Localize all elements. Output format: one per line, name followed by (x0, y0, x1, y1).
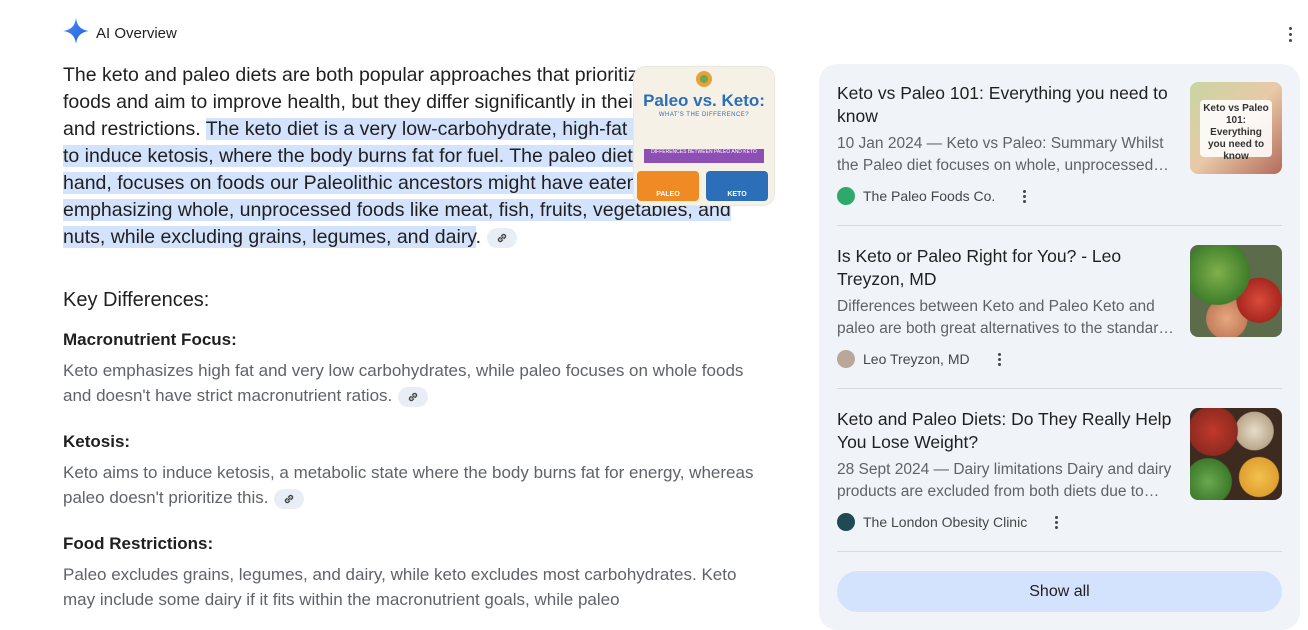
sparkle-icon (62, 17, 90, 50)
more-vert-icon (1288, 26, 1292, 42)
ai-overview-title: AI Overview (96, 24, 177, 42)
overview-content: Paleo vs. Keto: WHAT'S THE DIFFERENCE? D… (63, 62, 775, 612)
source-title[interactable]: Keto and Paleo Diets: Do They Really Hel… (837, 408, 1177, 454)
overview-thumbnail[interactable]: Paleo vs. Keto: WHAT'S THE DIFFERENCE? D… (633, 66, 775, 206)
citation-chip[interactable] (487, 227, 518, 248)
source-image[interactable] (1190, 245, 1282, 337)
sources-panel: Keto vs Paleo 101: Everything you need t… (819, 64, 1300, 630)
divider (837, 551, 1282, 552)
source-snippet: 28 Sept 2024 — Dairy limitations Dairy a… (837, 461, 1172, 500)
source-card[interactable]: Keto vs Paleo 101: Everything you need t… (837, 82, 1282, 205)
thumbnail-keto-label: KETO (727, 191, 747, 198)
source-snippet: 10 Jan 2024 — Keto vs Paleo: Summary Whi… (837, 135, 1164, 174)
site-favicon-icon (837, 187, 855, 205)
link-icon (497, 233, 507, 243)
link-icon (409, 392, 418, 401)
source-more-button[interactable] (992, 351, 1007, 368)
source-image-caption: Keto vs Paleo 101: Everything you need t… (1200, 100, 1272, 162)
thumbnail-title: Paleo vs. Keto: (643, 91, 765, 110)
item-text-macronutrient: Keto emphasizes high fat and very low ca… (63, 358, 763, 408)
site-favicon-icon (837, 350, 855, 368)
item-title-food-restrictions: Food Restrictions: (63, 534, 214, 553)
divider (837, 388, 1282, 389)
source-site: Leo Treyzon, MD (863, 351, 970, 367)
link-icon (285, 494, 294, 503)
source-card[interactable]: Keto and Paleo Diets: Do They Really Hel… (837, 408, 1282, 531)
site-favicon-icon (837, 513, 855, 531)
more-options-button[interactable] (1280, 24, 1300, 44)
thumbnail-banner: DIFFERENCES BETWEEN PALEO AND KETO (644, 149, 764, 163)
thumbnail-subtitle: WHAT'S THE DIFFERENCE? (658, 112, 750, 118)
key-differences-heading: Key Differences: (63, 289, 210, 311)
source-image[interactable] (1190, 408, 1282, 500)
source-more-button[interactable] (1017, 188, 1032, 205)
source-title[interactable]: Is Keto or Paleo Right for You? - Leo Tr… (837, 245, 1177, 291)
citation-chip[interactable] (274, 488, 305, 509)
citation-chip[interactable] (398, 386, 429, 407)
show-all-button[interactable]: Show all (837, 571, 1282, 612)
source-site: The Paleo Foods Co. (863, 188, 996, 204)
item-title-macronutrient: Macronutrient Focus: (63, 330, 237, 349)
item-text-ketosis-body: Keto aims to induce ketosis, a metabolic… (63, 463, 754, 507)
source-snippet: Differences between Keto and Paleo Keto … (837, 298, 1168, 337)
source-more-button[interactable] (1049, 514, 1064, 531)
divider (837, 225, 1282, 226)
source-site: The London Obesity Clinic (863, 514, 1028, 530)
thumbnail-paleo-label: PALEO (656, 191, 680, 198)
item-title-ketosis: Ketosis: (63, 432, 131, 451)
source-card[interactable]: Is Keto or Paleo Right for You? - Leo Tr… (837, 245, 1282, 368)
item-text-ketosis: Keto aims to induce ketosis, a metabolic… (63, 460, 763, 510)
source-title[interactable]: Keto vs Paleo 101: Everything you need t… (837, 82, 1177, 128)
intro-end: . (475, 226, 482, 248)
item-text-food-restrictions: Paleo excludes grains, legumes, and dair… (63, 565, 737, 609)
source-image[interactable]: Keto vs Paleo 101: Everything you need t… (1190, 82, 1282, 174)
ai-overview-header: AI Overview (62, 17, 177, 50)
